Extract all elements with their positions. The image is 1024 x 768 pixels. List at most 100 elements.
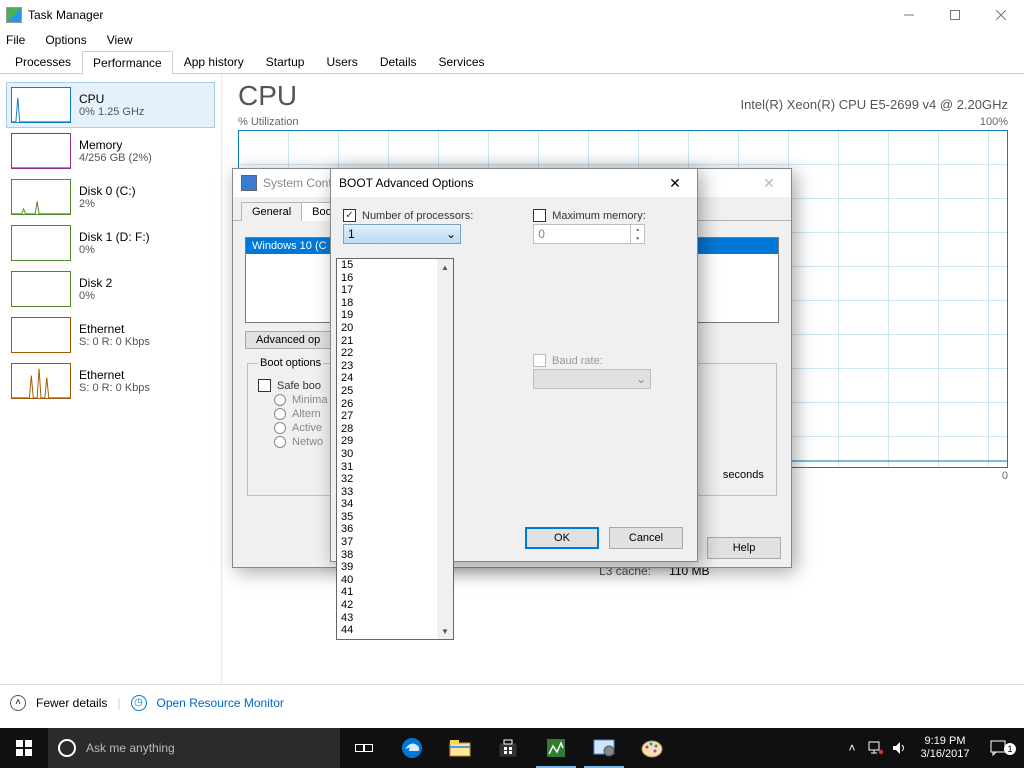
chevron-down-icon: ⌄ <box>636 372 646 386</box>
taskbar-taskmgr[interactable] <box>532 728 580 768</box>
bootadv-cancel-button[interactable]: Cancel <box>609 527 683 549</box>
dropdown-option[interactable]: 39 <box>337 561 453 574</box>
bootadv-close-icon[interactable]: ✕ <box>661 175 689 192</box>
menu-bar: File Options View <box>0 30 1024 50</box>
tab-details[interactable]: Details <box>369 50 428 73</box>
dropdown-option[interactable]: 43 <box>337 612 453 625</box>
tab-processes[interactable]: Processes <box>4 50 82 73</box>
dropdown-option[interactable]: 19 <box>337 309 453 322</box>
dropdown-option[interactable]: 32 <box>337 473 453 486</box>
bootadv-title: BOOT Advanced Options <box>339 176 661 190</box>
sidebar-disk2[interactable]: Disk 20% <box>6 266 215 312</box>
dropdown-option[interactable]: 21 <box>337 335 453 348</box>
menu-view[interactable]: View <box>105 33 135 47</box>
menu-file[interactable]: File <box>4 33 27 47</box>
dropdown-option[interactable]: 22 <box>337 347 453 360</box>
taskbar-explorer[interactable] <box>436 728 484 768</box>
dropdown-option[interactable]: 34 <box>337 498 453 511</box>
window-title: Task Manager <box>28 8 886 22</box>
numproc-dropdown-list[interactable]: 1516171819202122232425262728293031323334… <box>336 258 454 640</box>
dropdown-scrollbar[interactable]: ▲ ▼ <box>437 259 453 639</box>
maxmem-checkbox[interactable] <box>533 209 546 222</box>
window-titlebar: Task Manager <box>0 0 1024 30</box>
tab-app-history[interactable]: App history <box>173 50 255 73</box>
menu-options[interactable]: Options <box>43 33 88 47</box>
sidebar-memory[interactable]: Memory4/256 GB (2%) <box>6 128 215 174</box>
dropdown-option[interactable]: 28 <box>337 423 453 436</box>
sidebar-disk1[interactable]: Disk 1 (D: F:)0% <box>6 220 215 266</box>
sidebar-cpu[interactable]: CPU0% 1.25 GHz <box>6 82 215 128</box>
dropdown-option[interactable]: 24 <box>337 372 453 385</box>
dropdown-option[interactable]: 37 <box>337 536 453 549</box>
dropdown-option[interactable]: 23 <box>337 360 453 373</box>
window-controls <box>886 0 1024 30</box>
dropdown-option[interactable]: 29 <box>337 435 453 448</box>
taskbar-edge[interactable] <box>388 728 436 768</box>
msconfig-help-button[interactable]: Help <box>707 537 781 559</box>
dropdown-option[interactable]: 38 <box>337 549 453 562</box>
sidebar-disk0[interactable]: Disk 0 (C:)2% <box>6 174 215 220</box>
fewer-details-link[interactable]: Fewer details <box>36 696 107 710</box>
sidebar-cpu-sub: 0% 1.25 GHz <box>79 106 144 118</box>
dropdown-option[interactable]: 27 <box>337 410 453 423</box>
minimize-button[interactable] <box>886 0 932 30</box>
tray-clock[interactable]: 9:19 PM 3/16/2017 <box>912 735 978 761</box>
cpu-name: Intel(R) Xeon(R) CPU E5-2699 v4 @ 2.20GH… <box>740 97 1008 112</box>
taskbar-msconfig[interactable] <box>580 728 628 768</box>
util-max: 100% <box>980 116 1008 128</box>
msconfig-close-icon[interactable]: ✕ <box>755 175 783 192</box>
sidebar-eth1[interactable]: EthernetS: 0 R: 0 Kbps <box>6 358 215 404</box>
dropdown-option[interactable]: 18 <box>337 297 453 310</box>
msconfig-icon <box>241 175 257 191</box>
dropdown-option[interactable]: 40 <box>337 574 453 587</box>
sidebar-eth0[interactable]: EthernetS: 0 R: 0 Kbps <box>6 312 215 358</box>
dropdown-option[interactable]: 15 <box>337 259 453 272</box>
tab-services[interactable]: Services <box>428 50 496 73</box>
dropdown-option[interactable]: 42 <box>337 599 453 612</box>
dropdown-option[interactable]: 33 <box>337 486 453 499</box>
tab-users[interactable]: Users <box>315 50 368 73</box>
dropdown-option[interactable]: 31 <box>337 461 453 474</box>
perf-sidebar: CPU0% 1.25 GHz Memory4/256 GB (2%) Disk … <box>0 74 222 684</box>
numproc-checkbox[interactable]: ✓ <box>343 209 356 222</box>
dropdown-option[interactable]: 16 <box>337 272 453 285</box>
taskbar-paint[interactable] <box>628 728 676 768</box>
tray-volume-icon[interactable] <box>888 741 912 755</box>
baud-checkbox <box>533 354 546 367</box>
safe-boot-checkbox[interactable] <box>258 379 271 392</box>
dropdown-option[interactable]: 44 <box>337 624 453 637</box>
maxmem-input[interactable]: 0▲▼ <box>533 224 645 244</box>
bootadv-ok-button[interactable]: OK <box>525 527 599 549</box>
tab-performance[interactable]: Performance <box>82 51 173 74</box>
dropdown-option[interactable]: 26 <box>337 398 453 411</box>
tray-chevron-icon[interactable]: ˄ <box>840 741 864 755</box>
taskbar-store[interactable] <box>484 728 532 768</box>
tray-network-icon[interactable] <box>864 741 888 755</box>
numproc-combo[interactable]: 1⌄ <box>343 224 461 244</box>
start-button[interactable] <box>0 740 48 756</box>
taskbar-search[interactable]: Ask me anything <box>48 728 340 768</box>
cpu-heading: CPU <box>238 80 297 112</box>
msconfig-tab-general[interactable]: General <box>241 202 302 221</box>
footer: ˄ Fewer details | ◷ Open Resource Monito… <box>0 684 1024 720</box>
task-view-button[interactable] <box>340 728 388 768</box>
dropdown-option[interactable]: 36 <box>337 523 453 536</box>
dropdown-option[interactable]: 20 <box>337 322 453 335</box>
dropdown-option[interactable]: 41 <box>337 586 453 599</box>
dropdown-option[interactable]: 30 <box>337 448 453 461</box>
dropdown-option[interactable]: 17 <box>337 284 453 297</box>
dropdown-option[interactable]: 25 <box>337 385 453 398</box>
chevron-up-icon[interactable]: ˄ <box>10 695 26 711</box>
cortana-icon <box>58 739 76 757</box>
maximize-button[interactable] <box>932 0 978 30</box>
chevron-down-icon: ⌄ <box>446 227 456 241</box>
tray-notifications[interactable]: 1 <box>978 739 1018 757</box>
util-label: % Utilization <box>238 116 299 128</box>
advanced-options-button[interactable]: Advanced op <box>245 331 331 349</box>
open-resource-monitor-link[interactable]: Open Resource Monitor <box>157 696 284 710</box>
sidebar-cpu-title: CPU <box>79 92 144 106</box>
baud-combo: ⌄ <box>533 369 651 389</box>
dropdown-option[interactable]: 35 <box>337 511 453 524</box>
close-button[interactable] <box>978 0 1024 30</box>
tab-startup[interactable]: Startup <box>255 50 316 73</box>
